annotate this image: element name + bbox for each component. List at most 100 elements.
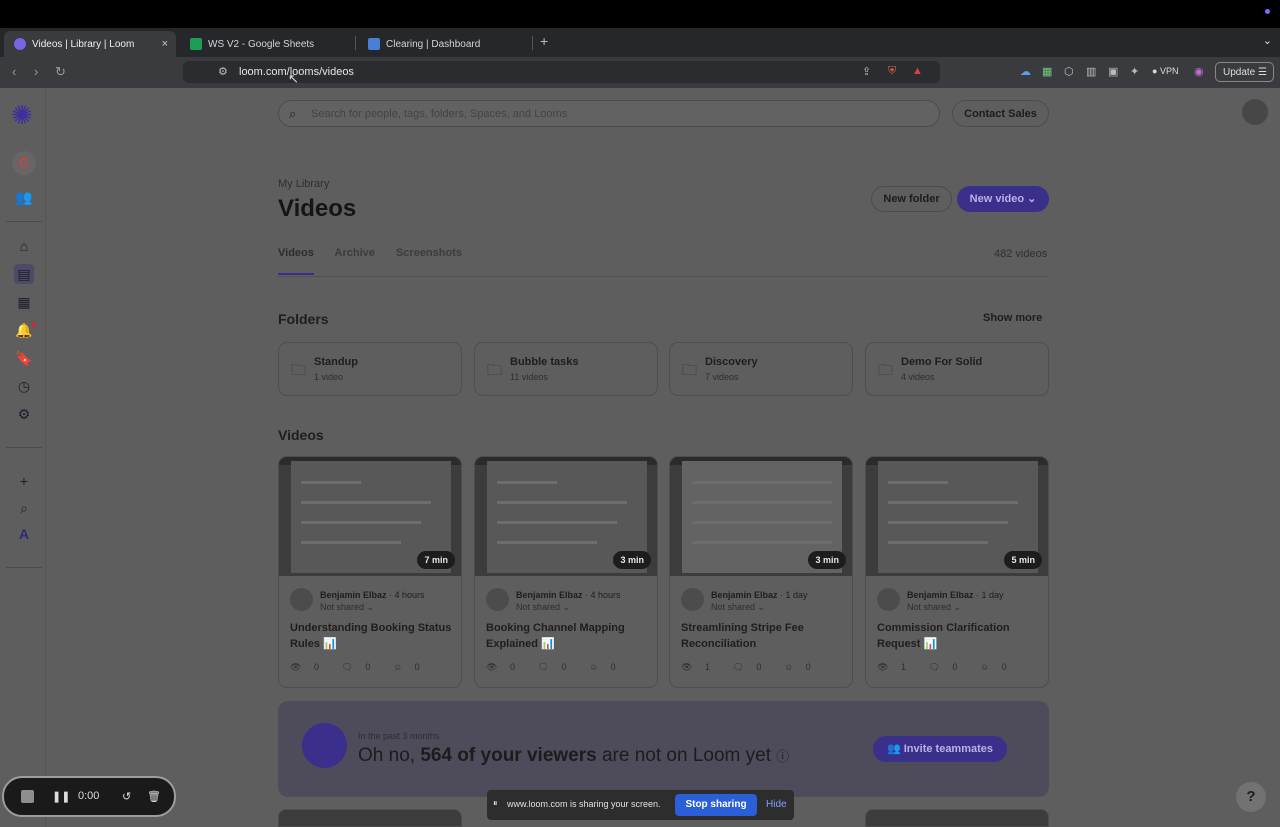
extension-chart-icon[interactable]: ▦	[1042, 65, 1052, 78]
members-icon[interactable]: 👥	[14, 187, 34, 207]
share-status-dropdown[interactable]: Not shared ⌄	[907, 602, 961, 613]
loom-logo-icon[interactable]: ✺	[11, 100, 33, 131]
vpn-dot-icon: ●	[1152, 66, 1160, 76]
browser-tab-loom[interactable]: Videos | Library | Loom ×	[4, 31, 176, 57]
nav-divider	[6, 447, 42, 448]
new-tab-button[interactable]: +	[540, 33, 548, 49]
new-folder-button[interactable]: New folder	[871, 186, 952, 212]
folder-card[interactable]: 🗀 Bubble tasks 11 videos	[474, 342, 658, 396]
hide-button[interactable]: Hide	[766, 799, 787, 810]
share-status-dropdown[interactable]: Not shared ⌄	[516, 602, 570, 613]
brave-shield-icon[interactable]: ⛨	[888, 65, 896, 78]
help-button[interactable]: ?	[1236, 782, 1266, 812]
library-tabs: Videos Archive Screenshots	[278, 247, 480, 259]
tab-list-chevron-icon[interactable]: ⌄	[1263, 34, 1272, 47]
reactions-icon: ☺	[588, 662, 601, 672]
browser-tab-sheets[interactable]: WS V2 - Google Sheets	[180, 31, 352, 57]
tab-screenshots[interactable]: Screenshots	[396, 247, 462, 259]
tabs-divider	[278, 276, 1049, 277]
video-meta: Benjamin Elbaz · 4 hours	[320, 590, 425, 600]
video-card[interactable]: 7 min Benjamin Elbaz · 4 hours Not share…	[278, 456, 462, 688]
folder-card[interactable]: 🗀 Standup 1 video	[278, 342, 462, 396]
comments-count: 0	[561, 662, 567, 672]
share-icon[interactable]: ⇪	[862, 65, 871, 78]
video-card[interactable]: 5 min Benjamin Elbaz · 1 day Not shared …	[865, 456, 1049, 688]
tab-close-icon[interactable]: ×	[162, 38, 168, 50]
sidebar-toggle-icon[interactable]: ▥	[1086, 65, 1096, 78]
comments-count: 0	[756, 662, 762, 672]
user-placeholder-icon	[302, 723, 347, 768]
search-input[interactable]: ⌕ Search for people, tags, folders, Spac…	[278, 100, 940, 127]
share-status-dropdown[interactable]: Not shared ⌄	[320, 602, 374, 613]
invite-teammates-button[interactable]: 👥 Invite teammates	[873, 736, 1007, 762]
profile-extension-icon[interactable]: ◉	[1194, 65, 1204, 78]
leo-ai-icon[interactable]: ✦	[1130, 65, 1139, 78]
library-icon[interactable]: ▤	[14, 264, 34, 284]
video-title[interactable]: Streamlining Stripe Fee Reconciliation	[681, 620, 846, 652]
show-more-button[interactable]: Show more	[983, 312, 1042, 324]
trash-icon[interactable]: 🗑	[147, 790, 161, 803]
folder-card[interactable]: 🗀 Demo For Solid 4 videos	[865, 342, 1049, 396]
banner-message: Oh no, 564 of your viewers are not on Lo…	[358, 745, 789, 767]
comments-count: 0	[365, 662, 371, 672]
info-icon[interactable]: ⓘ	[776, 749, 789, 764]
contact-sales-button[interactable]: Contact Sales	[952, 100, 1049, 127]
duration-badge: 3 min	[808, 551, 846, 569]
history-icon[interactable]: ◷	[14, 376, 34, 396]
settings-icon[interactable]: ⚙	[14, 404, 34, 424]
breadcrumb[interactable]: My Library	[278, 178, 329, 190]
stop-recording-button[interactable]	[21, 790, 34, 803]
share-status-dropdown[interactable]: Not shared ⌄	[711, 602, 765, 613]
folder-card[interactable]: 🗀 Discovery 7 videos	[669, 342, 853, 396]
stop-sharing-button[interactable]: Stop sharing	[675, 794, 757, 816]
views-icon: 👁	[290, 662, 304, 672]
workspace-avatar[interactable]: C	[12, 151, 36, 175]
video-title[interactable]: Commission Clarification Request 📊	[877, 620, 1042, 652]
update-button[interactable]: Update ☰	[1215, 62, 1274, 82]
views-count: 1	[704, 662, 710, 672]
folder-name: Standup	[314, 356, 358, 368]
restart-icon[interactable]: ↺	[122, 790, 131, 803]
search-spaces-icon[interactable]: ⌕	[14, 498, 34, 518]
duration-badge: 5 min	[1004, 551, 1042, 569]
home-icon[interactable]: ⌂	[14, 236, 34, 256]
extension-cloud-icon[interactable]: ☁	[1020, 65, 1031, 78]
tab-title: WS V2 - Google Sheets	[208, 38, 315, 50]
notification-badge	[31, 322, 36, 327]
video-card-partial[interactable]	[278, 809, 462, 827]
tab-videos[interactable]: Videos	[278, 247, 314, 259]
author-avatar	[486, 588, 509, 611]
back-icon[interactable]: ‹	[12, 64, 16, 79]
video-card[interactable]: 3 min Benjamin Elbaz · 4 hours Not share…	[474, 456, 658, 688]
recording-controls: ❚❚ 0:00 ↺ 🗑	[2, 776, 176, 817]
site-settings-icon[interactable]: ⚙	[218, 65, 228, 78]
forward-icon[interactable]: ›	[34, 64, 38, 79]
folder-icon: 🗀	[682, 362, 698, 379]
video-stats: 👁 0 🗨 0 ☺ 0	[290, 662, 440, 673]
drag-handle-icon[interactable]: ⏸	[493, 798, 498, 809]
tab-archive[interactable]: Archive	[335, 247, 375, 259]
video-title[interactable]: Understanding Booking Status Rules 📊	[290, 620, 455, 652]
sheets-favicon-icon	[190, 38, 202, 50]
video-card-partial[interactable]	[865, 809, 1049, 827]
video-card[interactable]: 3 min Benjamin Elbaz · 1 day Not shared …	[669, 456, 853, 688]
pause-icon[interactable]: ❚❚	[52, 790, 70, 803]
wallet-icon[interactable]: ▣	[1108, 65, 1118, 78]
video-age: · 1 day	[976, 590, 1004, 600]
reload-icon[interactable]: ↻	[55, 64, 66, 80]
add-space-icon[interactable]: +	[14, 471, 34, 491]
browser-tab-clearing[interactable]: Clearing | Dashboard	[358, 31, 530, 57]
bookmarks-icon[interactable]: 🔖	[14, 348, 34, 368]
banner-text-pre: Oh no,	[358, 745, 421, 766]
author-avatar	[681, 588, 704, 611]
user-avatar[interactable]	[1242, 99, 1268, 125]
vpn-button[interactable]: ● VPN	[1152, 66, 1178, 76]
brave-rewards-icon[interactable]: ▲	[912, 65, 923, 77]
new-video-button[interactable]: New video ⌄	[957, 186, 1049, 212]
author-name: Benjamin Elbaz	[907, 590, 974, 600]
calendar-icon[interactable]: ▦	[14, 292, 34, 312]
videos-heading: Videos	[278, 427, 324, 443]
space-avatar[interactable]: A	[14, 524, 34, 544]
extensions-icon[interactable]: ⬡	[1064, 65, 1074, 78]
video-title[interactable]: Booking Channel Mapping Explained 📊	[486, 620, 651, 652]
